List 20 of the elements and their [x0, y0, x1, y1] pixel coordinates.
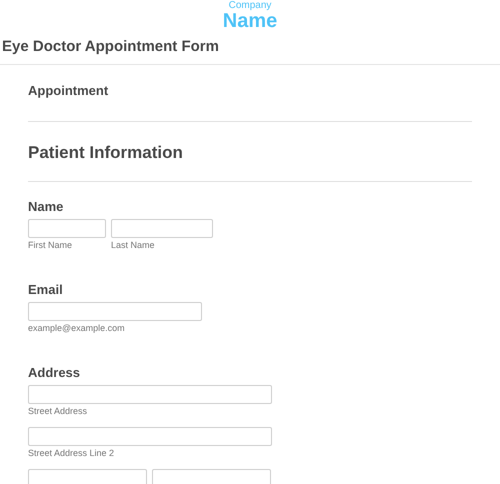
input-field[interactable] [28, 219, 106, 238]
input-field[interactable] [152, 469, 271, 484]
input-field[interactable] [28, 469, 147, 484]
logo-text: Name [222, 11, 278, 31]
section-title: Appointment [28, 83, 108, 98]
field-label: Address [28, 365, 82, 380]
field-sublabel: example@example.com [28, 323, 126, 334]
field-sublabel: Street Address [28, 406, 88, 417]
section-heading: Patient Information [28, 143, 183, 162]
input-field[interactable] [28, 385, 272, 404]
form-title: Eye Doctor Appointment Form [2, 38, 220, 57]
field-sublabel: First Name [28, 240, 74, 251]
input-field[interactable] [28, 302, 202, 321]
field-label: Name [28, 199, 64, 214]
field-sublabel: Street Address Line 2 [28, 448, 116, 459]
field-label: Email [28, 282, 64, 297]
logo-text: Company [228, 1, 272, 11]
input-field[interactable] [28, 427, 272, 446]
field-sublabel: Last Name [111, 240, 156, 251]
input-field[interactable] [111, 219, 213, 238]
